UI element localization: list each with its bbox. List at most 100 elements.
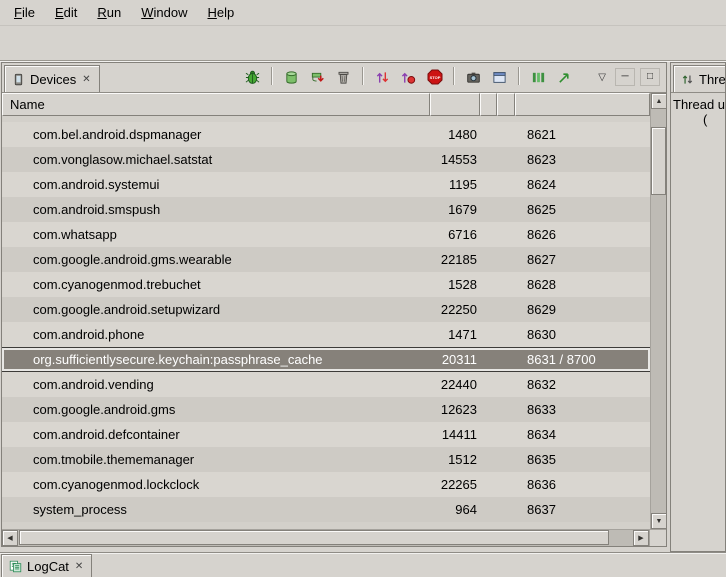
- column-header-name-label: Name: [10, 97, 45, 112]
- cell-port: 8621: [515, 127, 650, 142]
- update-heap-icon[interactable]: [280, 66, 303, 88]
- column-header-name[interactable]: Name: [2, 93, 430, 116]
- table-row[interactable]: com.vonglasow.michael.satstat 14553 8623: [2, 147, 650, 172]
- cell-pid: 22250: [430, 302, 480, 317]
- cell-pid: 1679: [430, 202, 480, 217]
- devices-tabrow: Devices ✕: [2, 63, 666, 93]
- cell-name: com.whatsapp: [2, 227, 430, 242]
- table-row[interactable]: com.android.vending 22440 8632: [2, 372, 650, 397]
- tab-threads[interactable]: Threads: [673, 65, 726, 92]
- menu-file[interactable]: File: [4, 2, 45, 23]
- cell-port: 8630: [515, 327, 650, 342]
- column-header-4[interactable]: [497, 93, 515, 116]
- cell-name: system_process: [2, 502, 430, 517]
- cell-port: 8636: [515, 477, 650, 492]
- start-method-profiling-icon[interactable]: [397, 66, 420, 88]
- menu-window[interactable]: Window: [131, 2, 197, 23]
- opengl-trace-icon[interactable]: [553, 66, 576, 88]
- scroll-left-icon[interactable]: ◀: [2, 530, 18, 546]
- cell-name: com.vonglasow.michael.satstat: [2, 152, 430, 167]
- cell-pid: 14553: [430, 152, 480, 167]
- scroll-up-icon[interactable]: ▲: [651, 93, 667, 109]
- scroll-right-icon[interactable]: ▶: [633, 530, 649, 546]
- toolbar-separator: [271, 67, 273, 85]
- menu-edit[interactable]: Edit: [45, 2, 87, 23]
- screen-capture-icon[interactable]: [462, 66, 485, 88]
- vertical-scrollbar[interactable]: ▲ ▼: [650, 93, 666, 529]
- dump-hprof-icon[interactable]: [306, 66, 329, 88]
- table-row[interactable]: com.google.android.gms.wearable 22185 86…: [2, 247, 650, 272]
- table-row[interactable]: com.android.defcontainer 14411 8634: [2, 422, 650, 447]
- cell-name: com.android.systemui: [2, 177, 430, 192]
- cell-pid: 1512: [430, 452, 480, 467]
- vertical-scroll-thumb[interactable]: [651, 127, 666, 195]
- table-row[interactable]: com.whatsapp 6716 8626: [2, 222, 650, 247]
- table-row[interactable]: com.cyanogenmod.trebuchet 1528 8628: [2, 272, 650, 297]
- minimize-icon[interactable]: ─: [615, 68, 635, 86]
- table-row[interactable]: org.sufficientlysecure.keychain:passphra…: [2, 347, 650, 372]
- cell-name: com.google.android.gms.wearable: [2, 252, 430, 267]
- device-icon: [12, 73, 25, 86]
- cell-port: 8629: [515, 302, 650, 317]
- tab-logcat-close-icon[interactable]: ✕: [74, 561, 84, 572]
- view-menu-icon[interactable]: ▽: [594, 72, 610, 83]
- table-row[interactable]: com.google.android.gms 12623 8633: [2, 397, 650, 422]
- cell-pid: 1195: [430, 177, 480, 192]
- systrace-icon[interactable]: [527, 66, 550, 88]
- stop-process-icon[interactable]: STOP: [423, 66, 446, 88]
- threads-icon: [681, 73, 694, 86]
- tab-devices-close-icon[interactable]: ✕: [81, 74, 91, 85]
- table-row[interactable]: com.android.phone 1471 8630: [2, 322, 650, 347]
- cell-pid: 20311: [430, 352, 480, 367]
- logcat-icon: [9, 560, 22, 573]
- table-row[interactable]: com.tmobile.thememanager 1512 8635: [2, 447, 650, 472]
- table-row[interactable]: com.android.smspush 1679 8625: [2, 197, 650, 222]
- horizontal-scroll-thumb[interactable]: [19, 530, 609, 545]
- update-threads-icon[interactable]: [371, 66, 394, 88]
- tab-devices[interactable]: Devices ✕: [4, 65, 100, 92]
- debug-process-icon[interactable]: [241, 66, 264, 88]
- view-hierarchy-icon[interactable]: [488, 66, 511, 88]
- main-toolbar: [0, 26, 726, 61]
- column-header-pid[interactable]: [430, 93, 480, 116]
- table-row[interactable]: system_process 964 8637: [2, 497, 650, 522]
- horizontal-scroll-track[interactable]: [18, 530, 633, 546]
- cell-pid: 6716: [430, 227, 480, 242]
- table-row[interactable]: com.google.android.setupwizard 22250 862…: [2, 297, 650, 322]
- tab-devices-label: Devices: [30, 71, 76, 87]
- threads-tabrow: Threads: [671, 63, 725, 93]
- tab-logcat-label: LogCat: [27, 558, 69, 574]
- column-header-port[interactable]: [515, 93, 650, 116]
- menu-run[interactable]: Run: [87, 2, 131, 23]
- cell-pid: 1471: [430, 327, 480, 342]
- cell-pid: 22440: [430, 377, 480, 392]
- threads-panel: Threads Thread up (: [670, 62, 726, 552]
- cell-pid: 22265: [430, 477, 480, 492]
- devices-panel: Devices ✕: [1, 62, 667, 547]
- maximize-icon[interactable]: □: [640, 68, 660, 86]
- scroll-down-icon[interactable]: ▼: [651, 513, 667, 529]
- scrollbar-corner: [649, 530, 666, 546]
- menu-help[interactable]: Help: [197, 2, 244, 23]
- cell-port: 8623: [515, 152, 650, 167]
- cell-name: com.cyanogenmod.lockclock: [2, 477, 430, 492]
- horizontal-scrollbar[interactable]: ◀ ▶: [2, 529, 666, 546]
- table-row[interactable]: com.cyanogenmod.lockclock 22265 8636: [2, 472, 650, 497]
- cell-port: 8632: [515, 377, 650, 392]
- cell-pid: 964: [430, 502, 480, 517]
- cell-name: org.sufficientlysecure.keychain:passphra…: [2, 352, 430, 367]
- process-table: Name com.bel.android.dspmanager 1480 862…: [2, 93, 666, 529]
- cell-name: com.android.defcontainer: [2, 427, 430, 442]
- table-row[interactable]: com.bel.android.dspmanager 1480 8621: [2, 122, 650, 147]
- vertical-scroll-track[interactable]: [651, 109, 666, 513]
- cause-gc-icon[interactable]: [332, 66, 355, 88]
- threads-message: Thread up (: [671, 93, 725, 131]
- cell-port: 8625: [515, 202, 650, 217]
- logcat-bar: LogCat ✕: [0, 552, 726, 577]
- cell-name: com.bel.android.dspmanager: [2, 127, 430, 142]
- tab-logcat[interactable]: LogCat ✕: [1, 554, 92, 577]
- table-row[interactable]: com.android.systemui 1195 8624: [2, 172, 650, 197]
- toolbar-separator: [453, 67, 455, 85]
- cell-port: 8634: [515, 427, 650, 442]
- column-header-3[interactable]: [480, 93, 497, 116]
